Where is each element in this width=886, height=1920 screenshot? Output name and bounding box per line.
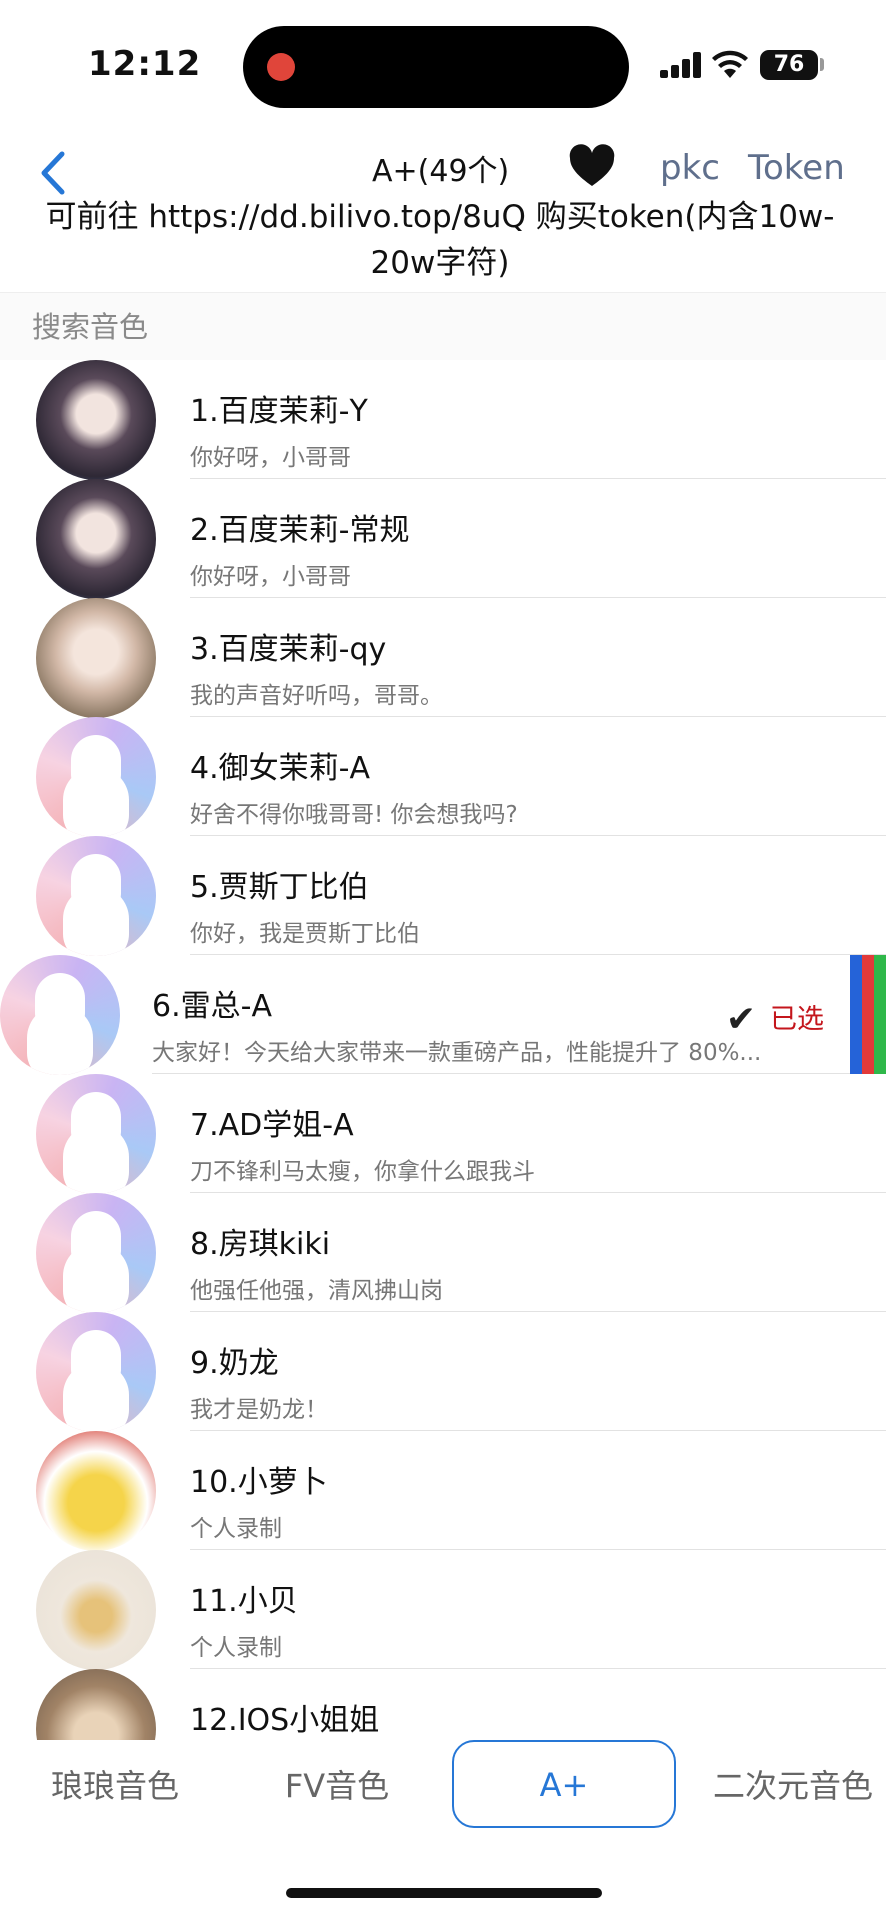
indicator-stripe: [850, 955, 862, 1074]
avatar: [36, 1074, 156, 1194]
voice-subtitle: 你好呀，小哥哥: [190, 564, 351, 590]
default-avatar-icon: [71, 735, 121, 795]
avatar: [36, 1431, 156, 1551]
avatar: [0, 955, 120, 1075]
search-input[interactable]: [32, 305, 852, 349]
search-bar: [0, 292, 886, 360]
voice-row-text: 2.百度茉莉-常规你好呀，小哥哥: [190, 505, 886, 598]
voice-row[interactable]: 3.百度茉莉-qy 我的声音好听吗，哥哥。: [0, 598, 886, 718]
default-avatar-icon: [71, 1330, 121, 1390]
voice-subtitle: 刀不锋利马太瘦，你拿什么跟我斗: [190, 1159, 535, 1185]
voice-row[interactable]: 8.房琪kiki 他强任他强，清风拂山岗: [0, 1193, 886, 1313]
voice-row[interactable]: 10.小萝卜个人录制: [0, 1431, 886, 1551]
nav-bar: A+(49个) pkc Token 可前往 https://dd.bilivo.…: [0, 130, 886, 290]
voice-row-text: 1.百度茉莉-Y 你好呀，小哥哥: [190, 386, 886, 479]
voice-subtitle: 他强任他强，清风拂山岗: [190, 1278, 443, 1304]
avatar: [36, 1193, 156, 1313]
tab-langlang[interactable]: 琅琅音色: [20, 1740, 210, 1832]
battery-tip: [820, 58, 824, 71]
voice-row-text: 11.小贝个人录制: [190, 1576, 886, 1669]
voice-row-text: 4.御女茉莉-A 好舍不得你哦哥哥! 你会想我吗?: [190, 743, 886, 836]
page-title: A+(49个): [372, 154, 510, 189]
dynamic-island: [243, 26, 629, 108]
purchase-notice: 可前往 https://dd.bilivo.top/8uQ 购买token(内含…: [45, 199, 835, 281]
voice-row-text: 10.小萝卜个人录制: [190, 1457, 886, 1550]
home-indicator: [286, 1888, 602, 1898]
status-bar: 12:12 76: [0, 0, 886, 130]
tab-fv[interactable]: FV音色: [242, 1740, 432, 1832]
voice-row[interactable]: 4.御女茉莉-A 好舍不得你哦哥哥! 你会想我吗?: [0, 717, 886, 837]
voice-row-text: 12.IOS小姐姐: [190, 1695, 886, 1740]
avatar: [36, 598, 156, 718]
voice-subtitle: 你好呀，小哥哥: [190, 445, 351, 471]
voice-row-text: 5.贾斯丁比伯你好，我是贾斯丁比伯: [190, 862, 886, 955]
voice-title: 1.百度茉莉-Y: [190, 394, 368, 429]
token-button[interactable]: Token: [748, 148, 845, 188]
voice-subtitle: 好舍不得你哦哥哥! 你会想我吗?: [190, 802, 518, 828]
indicator-stripe: [874, 955, 886, 1074]
voice-subtitle: 个人录制: [190, 1635, 282, 1661]
wifi-icon: [712, 50, 748, 78]
avatar: [36, 360, 156, 480]
voice-row-text: 7.AD学姐-A 刀不锋利马太瘦，你拿什么跟我斗: [190, 1100, 886, 1193]
voice-row[interactable]: 11.小贝个人录制: [0, 1550, 886, 1670]
voice-row[interactable]: 6.雷总-A 大家好！今天给大家带来一款重磅产品，性能提升了 80%... ✔ 已选: [0, 955, 886, 1075]
voice-row-text: 8.房琪kiki 他强任他强，清风拂山岗: [190, 1219, 886, 1312]
voice-row[interactable]: 2.百度茉莉-常规你好呀，小哥哥: [0, 479, 886, 599]
voice-title: 10.小萝卜: [190, 1465, 328, 1500]
voice-subtitle: 你好，我是贾斯丁比伯: [190, 921, 420, 947]
indicator-stripe: [862, 955, 874, 1074]
voice-subtitle: 我才是奶龙！: [190, 1397, 328, 1423]
avatar: [36, 717, 156, 837]
voice-subtitle: 个人录制: [190, 1516, 282, 1542]
voice-title: 9.奶龙: [190, 1346, 279, 1381]
default-avatar-icon: [71, 1092, 121, 1152]
voice-row[interactable]: 7.AD学姐-A 刀不锋利马太瘦，你拿什么跟我斗: [0, 1074, 886, 1194]
selection-indicator: [850, 955, 886, 1074]
avatar: [36, 836, 156, 956]
voice-row[interactable]: 9.奶龙我才是奶龙！: [0, 1312, 886, 1432]
pkc-button[interactable]: pkc: [660, 148, 720, 188]
voice-list: 1.百度茉莉-Y 你好呀，小哥哥 2.百度茉莉-常规 你好呀，小哥哥 3.百度茉莉-qy…: [0, 360, 886, 1740]
voice-title: 11.小贝: [190, 1584, 298, 1619]
voice-row-text: 3.百度茉莉-qy 我的声音好听吗，哥哥。: [190, 624, 886, 717]
voice-title: 8.房琪kiki: [190, 1227, 331, 1262]
voice-title: 7.AD学姐-A: [190, 1108, 354, 1143]
avatar: [36, 1550, 156, 1670]
clock: 12:12: [88, 44, 202, 84]
voice-title: 5.贾斯丁比伯: [190, 870, 369, 905]
voice-row[interactable]: 12.IOS小姐姐: [0, 1669, 886, 1740]
tab-a-plus[interactable]: A+: [452, 1740, 676, 1828]
voice-row[interactable]: 1.百度茉莉-Y 你好呀，小哥哥: [0, 360, 886, 480]
avatar: [36, 1312, 156, 1432]
default-avatar-icon: [35, 973, 85, 1033]
default-avatar-icon: [71, 854, 121, 914]
voice-title: 2.百度茉莉-常规: [190, 513, 410, 548]
default-avatar-icon: [71, 1211, 121, 1271]
voice-subtitle: 我的声音好听吗，哥哥。: [190, 683, 443, 709]
battery-icon: 76: [760, 50, 818, 80]
tab-anime[interactable]: 二次元音色: [700, 1740, 886, 1832]
avatar: [36, 479, 156, 599]
voice-row-text: 9.奶龙我才是奶龙！: [190, 1338, 886, 1431]
recording-dot-icon: [267, 53, 295, 81]
signal-icon: [660, 52, 704, 78]
selected-label: 已选: [770, 1004, 824, 1035]
voice-title: 4.御女茉莉-A: [190, 751, 370, 786]
category-tabs: 琅琅音色 FV音色 A+ 二次元音色: [0, 1740, 886, 1832]
checkmark-icon: ✔: [725, 999, 756, 1040]
avatar: [36, 1669, 156, 1740]
voice-title: 3.百度茉莉-qy: [190, 632, 387, 667]
back-chevron-icon[interactable]: [34, 148, 74, 198]
heart-icon[interactable]: [568, 144, 616, 188]
voice-row[interactable]: 5.贾斯丁比伯你好，我是贾斯丁比伯: [0, 836, 886, 956]
voice-subtitle: 大家好！今天给大家带来一款重磅产品，性能提升了 80%...: [152, 1040, 762, 1066]
voice-title: 12.IOS小姐姐: [190, 1703, 380, 1738]
